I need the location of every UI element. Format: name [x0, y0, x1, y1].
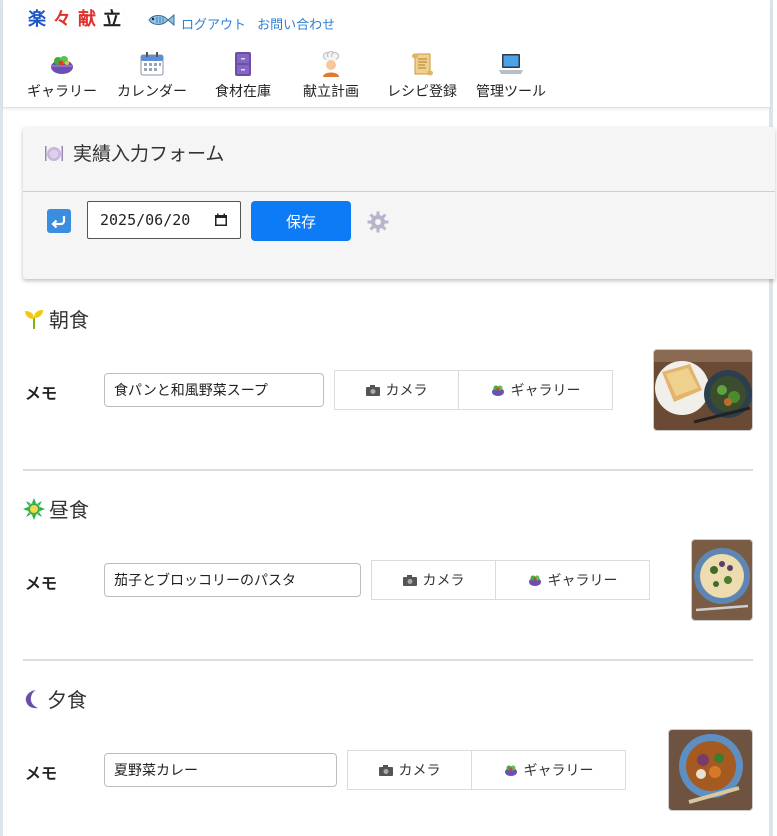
meal-title: 昼食	[49, 498, 89, 522]
camera-button[interactable]: カメラ	[334, 370, 459, 410]
top-links: ログアウト お問い合わせ	[181, 14, 342, 33]
plate-cutlery-icon	[45, 145, 63, 161]
laptop-icon	[497, 50, 525, 78]
date-value: 2025/06/20	[100, 211, 191, 229]
gallery-label: ギャラリー	[523, 763, 594, 779]
nav-label: 食材在庫	[215, 84, 271, 100]
memo-label: メモ	[25, 574, 58, 593]
memo-label: メモ	[25, 764, 58, 783]
memo-label: メモ	[25, 384, 58, 403]
meal-header: 朝食	[23, 304, 89, 333]
gallery-button[interactable]: ギャラリー	[472, 750, 626, 790]
logo-char: 献	[75, 6, 99, 30]
section-divider	[23, 469, 753, 471]
cabinet-icon	[229, 50, 257, 78]
date-input[interactable]: 2025/06/20	[87, 201, 241, 239]
calendar-picker-icon[interactable]	[214, 213, 228, 227]
camera-button[interactable]: カメラ	[347, 750, 472, 790]
meal-photo-thumbnail[interactable]	[669, 730, 752, 810]
salad-bowl-icon	[528, 575, 541, 586]
logo-char: 楽	[25, 6, 49, 30]
meal-section-breakfast: 朝食 メモ 食パンと和風野菜スープ カメラ ギャラリー	[23, 302, 753, 472]
app-logo[interactable]: 楽 々 献 立	[25, 6, 125, 30]
nav-item-recipe[interactable]: レシピ登録	[375, 50, 469, 101]
camera-label: カメラ	[422, 573, 465, 589]
logout-link[interactable]: ログアウト	[181, 18, 246, 33]
calendar-icon	[138, 50, 166, 78]
meal-photo-thumbnail[interactable]	[654, 350, 752, 430]
photo-button-group: カメラ ギャラリー	[371, 560, 650, 600]
gallery-label: ギャラリー	[547, 573, 618, 589]
back-arrow-icon[interactable]	[47, 209, 71, 233]
contact-link[interactable]: お問い合わせ	[257, 18, 335, 33]
fish-icon	[148, 13, 175, 27]
gallery-button[interactable]: ギャラリー	[459, 370, 613, 410]
save-button[interactable]: 保存	[251, 201, 351, 241]
photo-button-group: カメラ ギャラリー	[347, 750, 626, 790]
main-nav: ギャラリー カレンダー 食材在庫 献立計画 レシピ登録 管理ツール	[19, 50, 553, 101]
form-divider	[23, 191, 775, 192]
nav-item-admin[interactable]: 管理ツール	[469, 50, 553, 101]
meal-header: 昼食	[23, 494, 89, 523]
camera-icon	[365, 384, 380, 396]
camera-label: カメラ	[398, 763, 441, 779]
chef-icon	[317, 50, 345, 78]
memo-input[interactable]: 食パンと和風野菜スープ	[104, 373, 324, 407]
meal-title: 夕食	[47, 688, 87, 712]
logo-char: 立	[100, 6, 124, 30]
record-form-card: 実績入力フォーム 2025/06/20 保存	[23, 127, 775, 279]
breakfast-photo	[654, 350, 752, 430]
photo-button-group: カメラ ギャラリー	[334, 370, 613, 410]
logo-char: 々	[50, 6, 74, 30]
salad-bowl-icon	[504, 765, 517, 776]
gallery-button[interactable]: ギャラリー	[496, 560, 650, 600]
nav-label: ギャラリー	[27, 84, 97, 100]
form-title: 実績入力フォーム	[73, 143, 225, 165]
app-header: 楽 々 献 立 ログアウト お問い合わせ ギャラリー カレンダー 食材在庫 献立…	[3, 0, 770, 108]
form-header: 実績入力フォーム	[43, 139, 224, 166]
meal-section-lunch: 昼食 メモ 茄子とブロッコリーのパスタ カメラ ギャラリー	[23, 492, 753, 662]
meal-photo-thumbnail[interactable]	[692, 540, 752, 620]
nav-label: カレンダー	[117, 84, 187, 100]
nav-item-plan[interactable]: 献立計画	[287, 50, 375, 101]
meal-header: 夕食	[23, 684, 87, 713]
salad-bowl-icon	[491, 385, 504, 396]
memo-input[interactable]: 夏野菜カレー	[104, 753, 337, 787]
crescent-moon-icon	[25, 689, 38, 708]
camera-label: カメラ	[385, 383, 428, 399]
nav-item-calendar[interactable]: カレンダー	[105, 50, 199, 101]
salad-bowl-icon	[48, 50, 76, 78]
gear-icon[interactable]	[366, 210, 390, 234]
nav-item-stock[interactable]: 食材在庫	[199, 50, 287, 101]
camera-icon	[402, 574, 417, 586]
nav-label: 献立計画	[303, 84, 359, 100]
lunch-photo	[692, 540, 752, 620]
scroll-icon	[408, 50, 436, 78]
meal-section-dinner: 夕食 メモ 夏野菜カレー カメラ ギャラリー	[23, 682, 753, 832]
sun-icon	[23, 497, 45, 520]
nav-label: レシピ登録	[387, 84, 457, 100]
camera-icon	[378, 764, 393, 776]
gallery-label: ギャラリー	[510, 383, 581, 399]
nav-item-gallery[interactable]: ギャラリー	[19, 50, 105, 101]
camera-button[interactable]: カメラ	[371, 560, 496, 600]
sprout-icon	[25, 309, 43, 329]
nav-label: 管理ツール	[476, 84, 546, 100]
section-divider	[23, 659, 753, 661]
memo-input[interactable]: 茄子とブロッコリーのパスタ	[104, 563, 361, 597]
dinner-photo	[669, 730, 752, 810]
meal-title: 朝食	[49, 308, 89, 332]
